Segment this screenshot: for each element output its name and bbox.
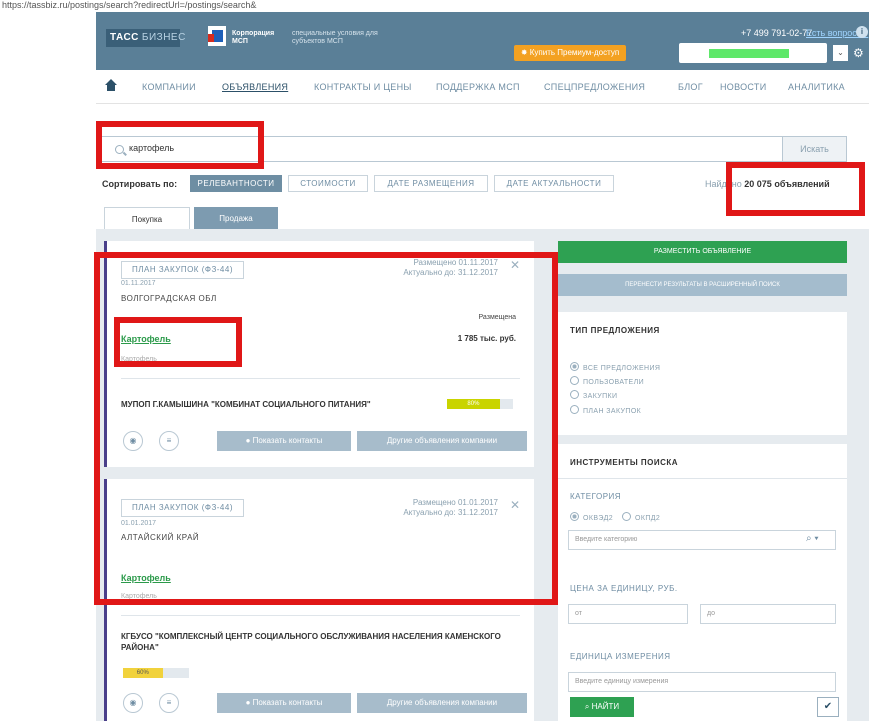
eye-icon[interactable]: ◉ (123, 693, 143, 713)
sort-date-actual[interactable]: ДАТЕ АКТУАЛЬНОСТИ (494, 175, 614, 192)
price-label: Размещена (478, 314, 517, 321)
results-count: Найдено 20 075 объявлений (705, 179, 830, 189)
search-tools-title: ИНСТРУМЕНТЫ ПОИСКА (570, 458, 679, 467)
list-icon[interactable]: ≡ (159, 693, 179, 713)
radio-all-offers[interactable]: ВСЕ ПРЕДЛОЖЕНИЯ (570, 362, 660, 372)
radio-users[interactable]: ПОЛЬЗОВАТЕЛИ (570, 376, 644, 386)
user-account-field[interactable] (679, 43, 827, 63)
category-title: КАТЕГОРИЯ (570, 492, 622, 501)
sort-price[interactable]: СТОИМОСТИ (288, 175, 368, 192)
other-postings-button[interactable]: Другие объявления компании (357, 431, 527, 451)
radio-okved2[interactable]: ОКВЭД2 (570, 512, 613, 522)
nav-blog[interactable]: БЛОГ (678, 82, 703, 92)
nav-special-offers[interactable]: СПЕЦПРЕДЛОЖЕНИЯ (544, 82, 645, 92)
search-bar (100, 136, 847, 162)
nav-news[interactable]: НОВОСТИ (720, 82, 766, 92)
home-icon[interactable] (104, 78, 118, 92)
progress-fill: 80% (447, 399, 500, 409)
find-button[interactable]: ⌕ НАЙТИ (570, 697, 634, 717)
radio-okpd2[interactable]: ОКПД2 (622, 512, 660, 522)
divider (121, 615, 520, 616)
offer-type-panel: ТИП ПРЕДЛОЖЕНИЯ ВСЕ ПРЕДЛОЖЕНИЯ ПОЛЬЗОВА… (558, 312, 847, 435)
gear-icon[interactable]: ⚙ (853, 45, 866, 61)
info-icon[interactable]: i (856, 26, 868, 38)
divider (558, 478, 847, 479)
other-postings-button[interactable]: Другие объявления компании (357, 693, 527, 713)
phone-number: +7 499 791-02-77 (741, 28, 813, 38)
corp-title: Корпорация МСП (232, 30, 275, 45)
plan-badge: ПЛАН ЗАКУПОК (ФЗ-44) (121, 261, 244, 279)
divider (121, 378, 520, 379)
posting-subtitle: Картофель (121, 356, 157, 363)
rating-progress: 80% (447, 399, 513, 409)
rating-progress: 60% (123, 668, 189, 678)
nav-postings[interactable]: ОБЪЯВЛЕНИЯ (222, 82, 288, 92)
sort-date-placed[interactable]: ДАТЕ РАЗМЕЩЕНИЯ (374, 175, 488, 192)
eye-icon[interactable]: ◉ (123, 431, 143, 451)
place-posting-button[interactable]: РАЗМЕСТИТЬ ОБЪЯВЛЕНИЕ (558, 241, 847, 263)
corp-subtitle: специальные условия для субъектов МСП (292, 30, 378, 45)
price-to-input[interactable]: до (700, 604, 836, 624)
category-input[interactable]: Введите категорию (568, 530, 836, 550)
plan-badge: ПЛАН ЗАКУПОК (ФЗ-44) (121, 499, 244, 517)
radio-purchase-plan[interactable]: ПЛАН ЗАКУПОК (570, 405, 641, 415)
posting-date: 01.01.2017 (121, 520, 157, 527)
nav-contracts[interactable]: КОНТРАКТЫ И ЦЕНЫ (314, 82, 412, 92)
search-button[interactable]: Искать (782, 136, 847, 162)
close-icon[interactable]: ✕ (510, 498, 520, 512)
advanced-search-button[interactable]: ПЕРЕНЕСТИ РЕЗУЛЬТАТЫ В РАСШИРЕННЫЙ ПОИСК (558, 274, 847, 296)
tass-logo[interactable]: ТАСС БИЗНЕС (106, 29, 185, 47)
search-icon (115, 145, 124, 154)
posting-subtitle: Картофель (121, 593, 157, 600)
tab-purchase[interactable]: Покупка (104, 207, 190, 231)
top-header: ТАСС БИЗНЕС Корпорация МСП специальные ус… (96, 12, 869, 70)
price-value: 1 785 тыс. руб. (457, 334, 516, 343)
highlight-results-count (726, 162, 865, 216)
tab-sale[interactable]: Продажа (194, 207, 278, 231)
radio-purchases[interactable]: ЗАКУПКИ (570, 390, 617, 400)
nav-companies[interactable]: КОМПАНИИ (142, 82, 196, 92)
url-bar[interactable]: https://tassbiz.ru/postings/search?redir… (2, 0, 256, 10)
search-tools-panel: ИНСТРУМЕНТЫ ПОИСКА КАТЕГОРИЯ ОКВЭД2 ОКПД… (558, 444, 847, 721)
nav-msp-support[interactable]: ПОДДЕРЖКА МСП (436, 82, 520, 92)
close-icon[interactable]: ✕ (510, 258, 520, 272)
sort-relevance[interactable]: РЕЛЕВАНТНОСТИ (190, 175, 282, 192)
posting-region: ВОЛГОГРАДСКАЯ ОБЛ (121, 294, 217, 303)
unit-input[interactable]: Введите единицу измерения (568, 672, 836, 692)
msp-logo-icon[interactable] (208, 26, 226, 46)
placed-date: Размещено 01.11.2017 Актуально до: 31.12.… (403, 258, 498, 277)
price-title: ЦЕНА ЗА ЕДИНИЦУ, РУБ. (570, 584, 678, 593)
show-contacts-button[interactable]: ● Показать контакты (217, 431, 351, 451)
list-icon[interactable]: ≡ (159, 431, 179, 451)
posting-title[interactable]: Картофель (121, 573, 171, 583)
premium-button[interactable]: ✸ Купить Премиум-доступ (514, 45, 626, 61)
check-icon[interactable]: ✔ (817, 697, 839, 717)
search-icon: ⌕ ▾ (806, 533, 819, 544)
search-input[interactable] (129, 143, 529, 153)
price-from-input[interactable]: от (568, 604, 688, 624)
posting-date: 01.11.2017 (121, 280, 156, 287)
progress-fill: 60% (123, 668, 163, 678)
unit-title: ЕДИНИЦА ИЗМЕРЕНИЯ (570, 652, 671, 661)
show-contacts-button[interactable]: ● Показать контакты (217, 693, 351, 713)
chevron-down-icon[interactable]: ⌄ (833, 45, 848, 61)
nav-analytics[interactable]: АНАЛИТИКА (788, 82, 845, 92)
redacted-username (709, 49, 789, 58)
sort-label: Сортировать по: (102, 179, 178, 189)
posting-region: АЛТАЙСКИЙ КРАЙ (121, 533, 200, 542)
posting-title[interactable]: Картофель (121, 334, 171, 344)
posting-card[interactable]: ПЛАН ЗАКУПОК (ФЗ-44) 01.01.2017 АЛТАЙСКИ… (104, 479, 534, 721)
company-name[interactable]: КГБУСО "КОМПЛЕКСНЫЙ ЦЕНТР СОЦИАЛЬНОГО ОБ… (121, 631, 521, 653)
main-nav: КОМПАНИИ ОБЪЯВЛЕНИЯ КОНТРАКТЫ И ЦЕНЫ ПОД… (96, 70, 869, 104)
offer-type-title: ТИП ПРЕДЛОЖЕНИЯ (570, 326, 660, 335)
placed-date: Размещено 01.01.2017 Актуально до: 31.12.… (403, 498, 498, 517)
posting-card[interactable]: ПЛАН ЗАКУПОК (ФЗ-44) 01.11.2017 ВОЛГОГРА… (104, 241, 534, 467)
company-name[interactable]: МУПОП Г.КАМЫШИНА "КОМБИНАТ СОЦИАЛЬНОГО П… (121, 399, 441, 410)
